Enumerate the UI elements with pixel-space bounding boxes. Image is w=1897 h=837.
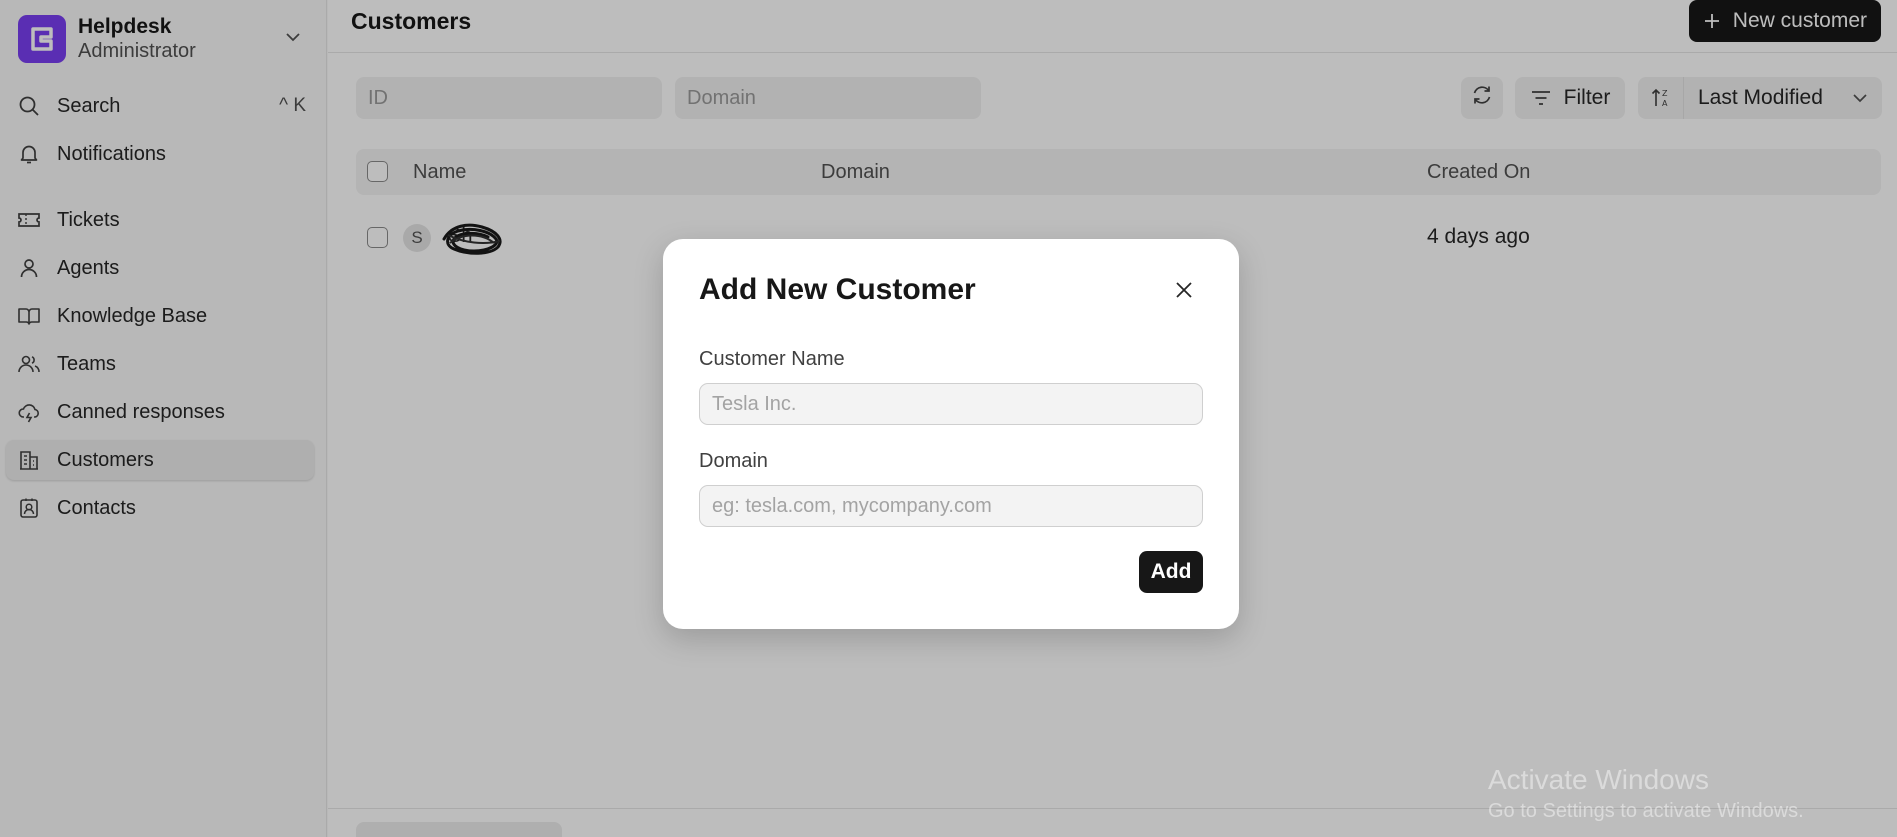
add-customer-dialog: Add New Customer Customer Name Domain Ad… xyxy=(663,239,1239,629)
customer-name-label: Customer Name xyxy=(699,348,845,370)
dialog-title: Add New Customer xyxy=(699,273,976,306)
watermark-line-2: Go to Settings to activate Windows. xyxy=(1488,800,1804,822)
domain-label: Domain xyxy=(699,450,768,472)
customer-name-input[interactable] xyxy=(699,383,1203,425)
close-icon xyxy=(1174,280,1194,300)
add-button[interactable]: Add xyxy=(1139,551,1203,593)
domain-input[interactable] xyxy=(699,485,1203,527)
windows-activation-watermark: Activate Windows Go to Settings to activ… xyxy=(1488,764,1804,823)
close-button[interactable] xyxy=(1169,275,1199,305)
watermark-line-1: Activate Windows xyxy=(1488,764,1709,795)
